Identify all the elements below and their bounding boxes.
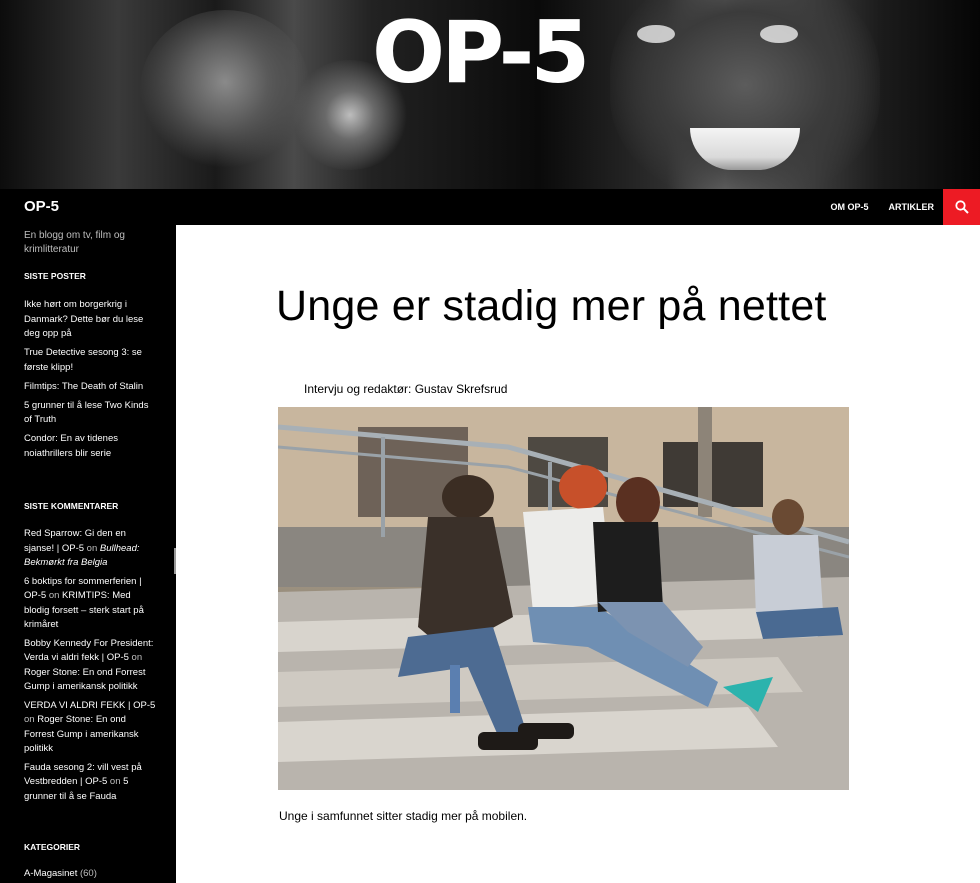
recent-comment-item: VERDA VI ALDRI FEKK | OP-5 on Roger Ston… <box>24 699 158 757</box>
article-photo <box>278 407 849 790</box>
recent-post-link[interactable]: Filmtips: The Death of Stalin <box>24 380 158 395</box>
categories-list: A-Magasinet (60) <box>24 868 97 879</box>
recent-post-link[interactable]: Condor: En av tidenes noiathrillers blir… <box>24 432 158 461</box>
category-count: (60) <box>79 868 97 879</box>
comment-post-link[interactable]: Roger Stone: En ond Forrest Gump i ameri… <box>24 667 145 693</box>
recent-post-link[interactable]: 5 grunner til å lese Two Kinds of Truth <box>24 399 158 428</box>
comment-on-label: on <box>109 776 121 787</box>
recent-post-link[interactable]: True Detective sesong 3: se første klipp… <box>24 346 158 375</box>
category-link[interactable]: A-Magasinet <box>24 868 77 879</box>
comment-post-link[interactable]: Roger Stone: En ond Forrest Gump i ameri… <box>24 714 139 754</box>
recent-comment-item: Fauda sesong 2: vill vest på Vestbredden… <box>24 761 158 805</box>
recent-comment-item: 6 boktips for sommerferien | OP-5 on KRI… <box>24 575 158 633</box>
comment-author-link[interactable]: VERDA VI ALDRI FEKK | OP-5 <box>24 700 155 711</box>
photo-caption: Unge i samfunnet sitter stadig mer på mo… <box>279 809 528 823</box>
recent-comments-list: Red Sparrow: Gi den en sjanse! | OP-5 on… <box>24 527 158 808</box>
article-byline: Intervju og redaktør: Gustav Skrefsrud <box>304 382 508 396</box>
main-content: Unge er stadig mer på nettet Intervju og… <box>176 225 980 883</box>
recent-post-link[interactable]: Ikke hørt om borgerkrig i Danmark? Dette… <box>24 298 158 342</box>
site-title[interactable]: OP-5 <box>24 198 59 215</box>
nav-item-artikler[interactable]: ARTIKLER <box>889 202 935 212</box>
comment-on-label: on <box>24 714 35 725</box>
banner-logo: OP-5 <box>372 3 590 103</box>
search-icon <box>954 200 969 214</box>
banner-image-blur <box>140 10 310 170</box>
recent-comment-item: Bobby Kennedy For President: Verda vi al… <box>24 637 158 695</box>
banner-image-eye <box>637 25 675 43</box>
recent-posts-heading: SISTE POSTER <box>24 271 86 281</box>
site-tagline: En blogg om tv, film og krimlitteratur <box>24 230 125 255</box>
recent-comments-heading: SISTE KOMMENTARER <box>24 501 119 511</box>
photo-illustration <box>278 407 849 790</box>
category-item: A-Magasinet (60) <box>24 868 97 879</box>
comment-on-label: on <box>131 652 143 663</box>
nav-item-om-op-5[interactable]: OM OP-5 <box>830 202 868 212</box>
recent-posts-list: Ikke hørt om borgerkrig i Danmark? Dette… <box>24 298 158 466</box>
article-title: Unge er stadig mer på nettet <box>276 282 827 330</box>
comment-on-label: on <box>86 542 98 554</box>
search-button[interactable] <box>943 189 980 225</box>
banner-image-eye <box>760 25 798 43</box>
comment-on-label: on <box>48 590 60 601</box>
recent-comment-item: Red Sparrow: Gi den en sjanse! | OP-5 on… <box>24 527 158 571</box>
top-navigation-bar: OP-5 OM OP-5 ARTIKLER <box>0 189 980 225</box>
header-banner[interactable]: OP-5 <box>0 0 980 189</box>
sidebar: En blogg om tv, film og krimlitteratur S… <box>0 225 176 883</box>
primary-menu: OM OP-5 ARTIKLER <box>830 189 934 225</box>
categories-heading: KATEGORIER <box>24 842 81 852</box>
